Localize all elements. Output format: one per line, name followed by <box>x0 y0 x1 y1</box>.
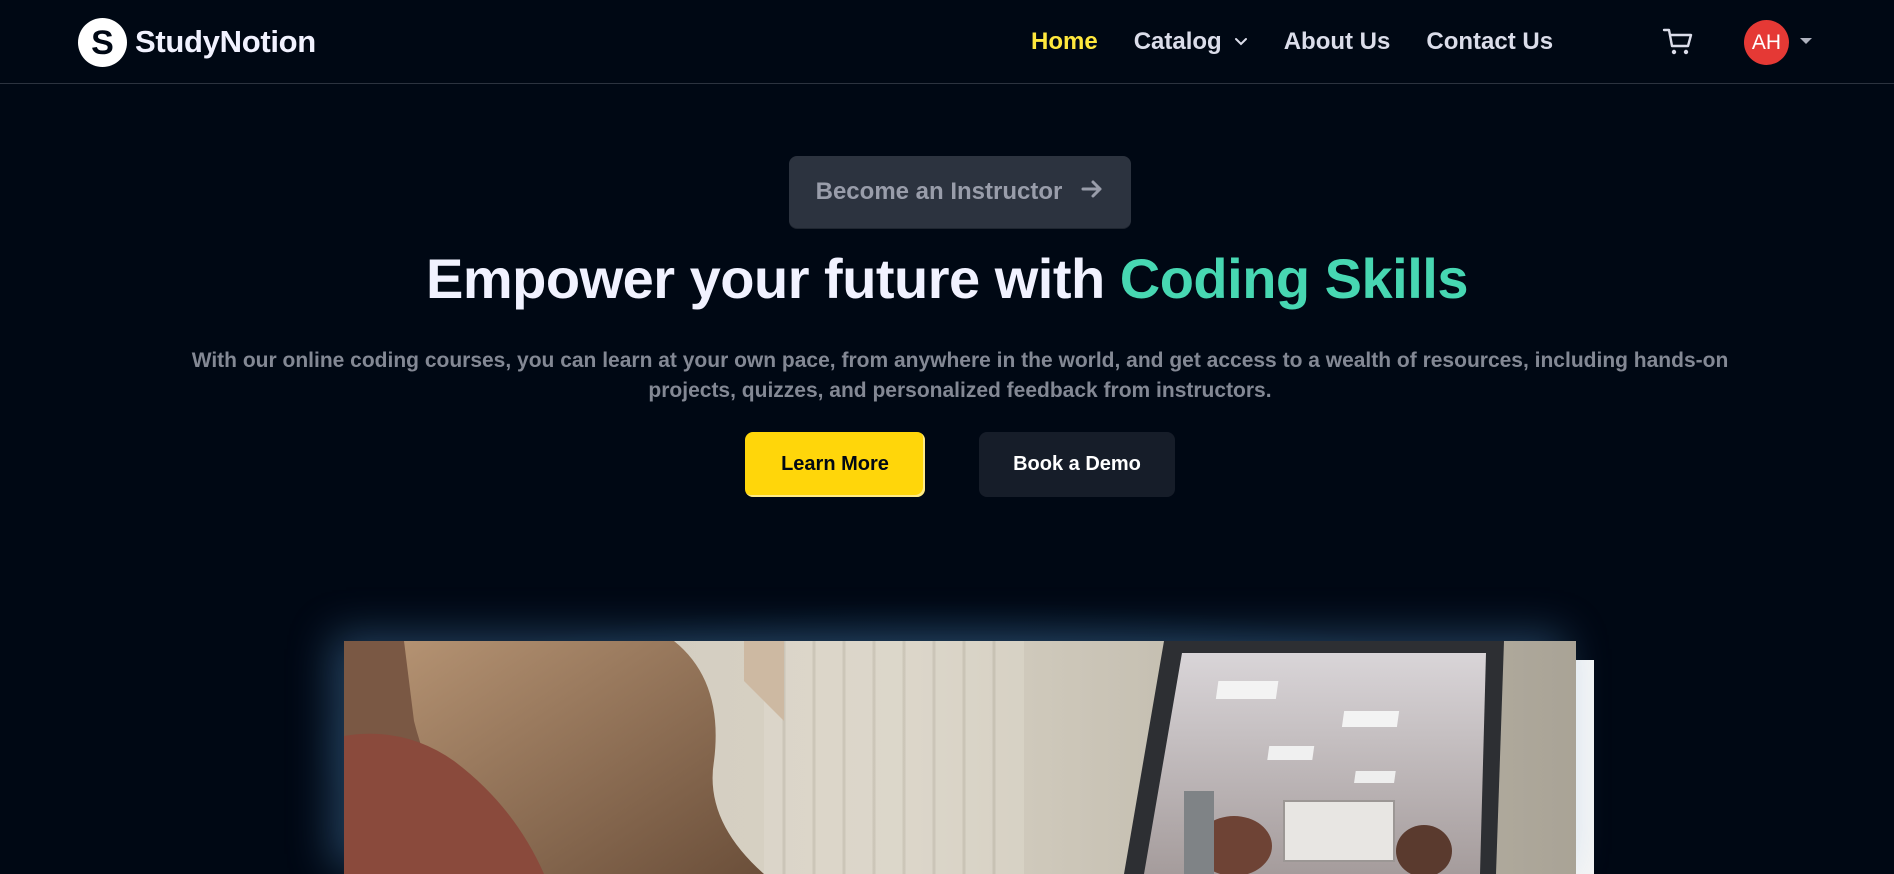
logo-s-icon: S <box>91 24 114 62</box>
nav-about-label: About Us <box>1283 28 1391 55</box>
hero-subtitle: With our online coding courses, you can … <box>191 349 1729 402</box>
logo[interactable]: S StudyNotion <box>78 17 316 67</box>
caret-down-icon[interactable] <box>1797 32 1815 50</box>
become-instructor-label: Become an Instructor <box>815 178 1063 205</box>
hero-title-prefix: Empower your future with <box>426 247 1105 310</box>
brand-name: StudyNotion <box>135 24 316 59</box>
nav-contact[interactable]: Contact Us <box>1426 28 1553 56</box>
svg-text:S: S <box>91 24 114 62</box>
hero-video[interactable] <box>344 641 1576 874</box>
nav-home-label: Home <box>1031 28 1098 55</box>
learn-more-button[interactable]: Learn More <box>745 432 925 497</box>
hero-title: Empower your future with Coding Skills <box>0 246 1894 311</box>
nav-links: Home Catalog About Us Contact Us <box>1031 24 1589 60</box>
avatar-initials: AH <box>1751 30 1782 54</box>
nav-contact-label: Contact Us <box>1426 28 1554 55</box>
cart-icon[interactable] <box>1662 26 1694 58</box>
logo-mark: S <box>78 17 127 67</box>
nav-about[interactable]: About Us <box>1284 28 1391 56</box>
hero-video-image <box>344 641 1576 874</box>
nav-catalog-label: Catalog <box>1133 28 1222 55</box>
user-avatar[interactable]: AH <box>1744 20 1789 65</box>
nav-catalog[interactable]: Catalog <box>1134 28 1248 56</box>
hero-title-highlight: Coding Skills <box>1119 247 1469 310</box>
nav-home[interactable]: Home <box>1031 28 1098 56</box>
chevron-down-icon <box>1234 37 1248 47</box>
arrow-right-icon <box>1080 177 1104 208</box>
become-instructor-button[interactable]: Become an Instructor <box>789 156 1131 228</box>
navbar: S StudyNotion Home Catalog About Us Cont… <box>0 0 1894 84</box>
book-demo-button[interactable]: Book a Demo <box>979 432 1175 497</box>
